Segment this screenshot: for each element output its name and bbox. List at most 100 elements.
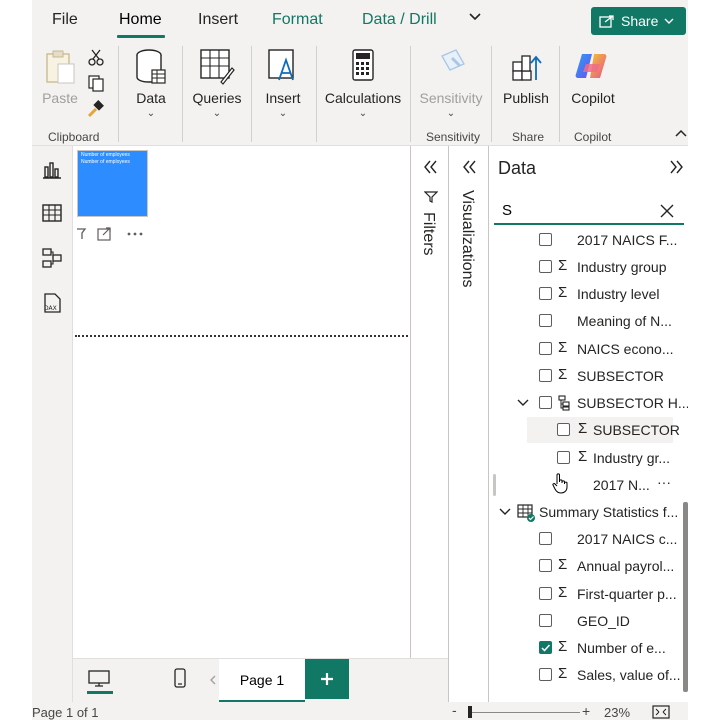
visualizations-pane-collapsed[interactable]: Visualizations (448, 146, 488, 702)
field-checkbox[interactable] (539, 396, 552, 409)
hierarchy-level-item[interactable]: Σ Industry gr... (489, 445, 685, 471)
publish-button[interactable]: Publish (500, 46, 552, 106)
share-button[interactable]: Share (591, 7, 686, 35)
data-pane-scrollbar[interactable] (683, 502, 688, 692)
field-checkbox[interactable] (539, 587, 552, 600)
field-checkbox[interactable] (539, 369, 552, 382)
sum-icon: Σ (578, 420, 588, 437)
cut-button[interactable] (86, 48, 106, 69)
table-view-icon[interactable] (41, 202, 63, 224)
report-page[interactable]: Number of employees Number of employees (73, 146, 410, 658)
hierarchy-item[interactable]: SUBSECTOR H... (489, 390, 688, 416)
field-checkbox-checked[interactable] (539, 641, 552, 654)
calculations-label: Calculations (324, 90, 402, 106)
sum-icon: Σ (558, 638, 568, 655)
database-icon (136, 49, 166, 84)
field-checkbox[interactable] (539, 342, 552, 355)
table-item[interactable]: Summary Statistics f... (489, 499, 685, 525)
add-page-button[interactable] (305, 659, 349, 699)
field-item[interactable]: Σ Number of e... (489, 635, 685, 661)
zoom-in-button[interactable]: + (582, 703, 590, 719)
copilot-button[interactable]: Copilot (567, 46, 619, 106)
collapse-data-pane-icon[interactable] (669, 160, 685, 174)
format-painter-button[interactable] (86, 100, 106, 121)
field-item[interactable]: Meaning of N... (489, 308, 685, 334)
report-canvas[interactable]: Number of employees Number of employees (73, 146, 410, 658)
expand-visualizations-icon[interactable] (461, 160, 477, 174)
field-checkbox[interactable] (557, 423, 570, 436)
mobile-layout-icon[interactable] (173, 667, 187, 689)
field-item[interactable]: 2017 NAICS c... (489, 526, 685, 552)
zoom-out-button[interactable]: - (452, 702, 457, 718)
ribbon-tabs: File Home Insert Format Data / Drill Sha… (32, 0, 688, 42)
filters-pane-title: Filters (420, 212, 437, 256)
clear-search-icon[interactable] (660, 204, 674, 218)
filters-pane-collapsed[interactable]: Filters (410, 146, 448, 658)
search-input[interactable] (502, 202, 652, 219)
field-checkbox[interactable] (539, 260, 552, 273)
field-checkbox[interactable] (539, 287, 552, 300)
field-checkbox[interactable] (539, 233, 552, 246)
more-tabs-chevron-icon[interactable] (468, 10, 482, 29)
field-checkbox[interactable] (539, 532, 552, 545)
field-label: Number of e... (577, 640, 666, 656)
queries-button[interactable]: Queries ⌄ (188, 46, 246, 119)
field-item[interactable]: Σ Industry level (489, 281, 685, 307)
scroll-pages-left-icon[interactable] (209, 675, 217, 685)
card-visual[interactable]: Number of employees Number of employees (77, 150, 148, 217)
field-item[interactable]: Σ Sales, value of... (489, 662, 685, 688)
sensitivity-group-label: Sensitivity (426, 130, 481, 144)
chevron-down-icon[interactable] (499, 507, 511, 517)
copy-button[interactable] (86, 74, 106, 95)
field-checkbox[interactable] (539, 559, 552, 572)
sum-icon: Σ (558, 339, 568, 356)
data-button[interactable]: Data ⌄ (132, 46, 170, 119)
field-checkbox[interactable] (539, 314, 552, 327)
tab-format[interactable]: Format (272, 11, 323, 29)
field-label: Industry group (577, 259, 667, 275)
focus-mode-icon (97, 227, 111, 241)
chevron-down-icon[interactable] (517, 398, 529, 408)
text-box-icon (268, 49, 294, 81)
hierarchy-level-item[interactable]: Σ SUBSECTOR (527, 417, 680, 443)
publish-label: Publish (503, 90, 549, 106)
visual-subtitle: Number of employees (81, 159, 130, 165)
field-item[interactable]: Σ Annual payrol... (489, 553, 685, 579)
drag-handle[interactable] (493, 474, 496, 496)
hierarchy-level-item[interactable]: 2017 N... ··· (489, 472, 685, 498)
tab-insert[interactable]: Insert (198, 11, 238, 29)
share-icon (599, 15, 614, 28)
field-search-box[interactable] (494, 197, 684, 225)
fit-to-page-icon[interactable] (652, 705, 670, 719)
page-tab-1[interactable]: Page 1 (219, 659, 305, 703)
tab-home[interactable]: Home (119, 11, 162, 29)
sum-icon: Σ (558, 366, 568, 383)
queries-label: Queries (192, 90, 242, 106)
collapse-ribbon-button[interactable] (674, 126, 688, 142)
tab-data-drill[interactable]: Data / Drill (362, 11, 437, 29)
tab-file[interactable]: File (52, 11, 78, 29)
field-item[interactable]: Σ First-quarter p... (489, 581, 685, 607)
sensitivity-button[interactable]: Sensitivity ⌄ (418, 46, 484, 119)
zoom-level: 23% (604, 705, 631, 720)
field-checkbox[interactable] (557, 451, 570, 464)
field-item[interactable]: Σ Industry group (489, 254, 685, 280)
dax-query-view-icon[interactable]: DAX (41, 292, 63, 314)
field-item[interactable]: Σ SUBSECTOR (489, 363, 685, 389)
zoom-slider-thumb[interactable] (468, 706, 472, 718)
more-options-icon[interactable]: ··· (657, 474, 671, 490)
field-item[interactable]: 2017 NAICS F... (489, 227, 685, 253)
field-checkbox[interactable] (539, 614, 552, 627)
calculations-button[interactable]: Calculations ⌄ (324, 46, 402, 119)
field-checkbox[interactable] (539, 668, 552, 681)
expand-filters-icon[interactable] (422, 160, 438, 174)
field-item[interactable]: GEO_ID (489, 608, 685, 634)
desktop-layout-icon[interactable] (87, 669, 111, 689)
zoom-slider[interactable] (468, 712, 580, 713)
model-view-icon[interactable] (41, 247, 63, 269)
field-item[interactable]: Σ NAICS econo... (489, 336, 685, 362)
view-switcher-rail: DAX (32, 146, 73, 702)
paste-button[interactable]: Paste (40, 46, 80, 106)
insert-button[interactable]: Insert ⌄ (258, 46, 308, 119)
report-view-icon[interactable] (41, 158, 63, 180)
